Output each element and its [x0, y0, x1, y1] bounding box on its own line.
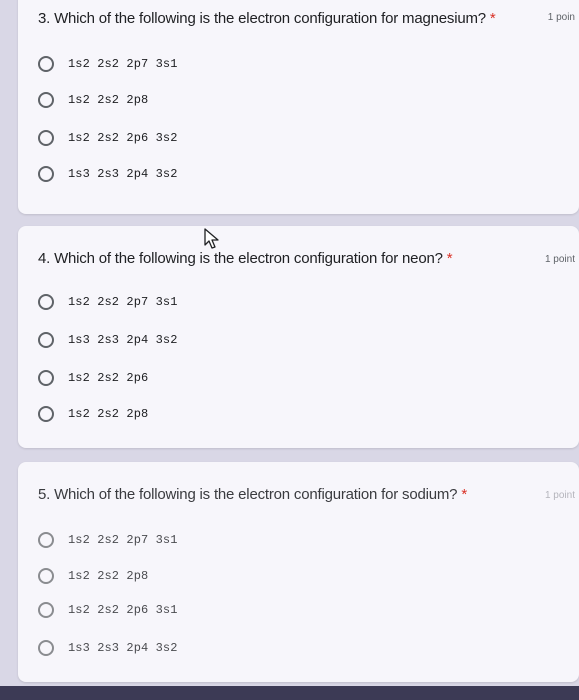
- mouse-pointer-icon: [204, 228, 219, 249]
- question-card-3: 3. Which of the following is the electro…: [18, 0, 579, 214]
- points-label: 1 point: [544, 254, 575, 265]
- option-radio[interactable]: 1s3 2s3 2p4 3s2: [38, 637, 178, 659]
- option-label: 1s2 2s2 2p8: [68, 93, 149, 107]
- option-label: 1s2 2s2 2p6 3s2: [68, 131, 178, 145]
- bottom-bar: [0, 686, 579, 700]
- radio-unselected-icon[interactable]: [38, 332, 54, 348]
- radio-unselected-icon[interactable]: [38, 130, 54, 146]
- radio-unselected-icon[interactable]: [38, 56, 54, 72]
- option-radio[interactable]: 1s2 2s2 2p8: [38, 565, 148, 587]
- points-label: 1 point: [544, 490, 575, 501]
- question-card-4: 4. Which of the following is the electro…: [18, 226, 579, 448]
- option-label: 1s2 2s2 2p6 3s1: [68, 603, 178, 617]
- option-radio[interactable]: 1s2 2s2 2p8: [38, 403, 148, 425]
- question-title: 3. Which of the following is the electro…: [38, 10, 496, 27]
- option-radio[interactable]: 1s2 2s2 2p6 3s1: [38, 599, 178, 621]
- option-label: 1s2 2s2 2p7 3s1: [68, 295, 178, 309]
- radio-unselected-icon[interactable]: [38, 532, 54, 548]
- option-radio[interactable]: 1s3 2s3 2p4 3s2: [38, 163, 178, 185]
- option-radio[interactable]: 1s2 2s2 2p6: [38, 367, 148, 389]
- option-label: 1s2 2s2 2p6: [68, 371, 149, 385]
- radio-unselected-icon[interactable]: [38, 568, 54, 584]
- radio-unselected-icon[interactable]: [38, 602, 54, 618]
- question-card-5: 5. Which of the following is the electro…: [18, 462, 579, 682]
- option-label: 1s3 2s3 2p4 3s2: [68, 641, 178, 655]
- option-label: 1s2 2s2 2p7 3s1: [68, 57, 178, 71]
- radio-unselected-icon[interactable]: [38, 406, 54, 422]
- option-radio[interactable]: 1s2 2s2 2p7 3s1: [38, 53, 178, 75]
- question-title: 5. Which of the following is the electro…: [38, 486, 467, 503]
- points-label: 1 poin: [547, 12, 575, 23]
- radio-unselected-icon[interactable]: [38, 370, 54, 386]
- required-asterisk: *: [489, 10, 496, 27]
- option-radio[interactable]: 1s2 2s2 2p6 3s2: [38, 127, 178, 149]
- option-label: 1s3 2s3 2p4 3s2: [68, 167, 178, 181]
- option-radio[interactable]: 1s2 2s2 2p8: [38, 89, 148, 111]
- option-radio[interactable]: 1s2 2s2 2p7 3s1: [38, 529, 178, 551]
- radio-unselected-icon[interactable]: [38, 92, 54, 108]
- required-asterisk: *: [446, 250, 453, 267]
- option-radio[interactable]: 1s2 2s2 2p7 3s1: [38, 291, 178, 313]
- option-label: 1s2 2s2 2p8: [68, 407, 149, 421]
- radio-unselected-icon[interactable]: [38, 166, 54, 182]
- option-label: 1s3 2s3 2p4 3s2: [68, 333, 178, 347]
- radio-unselected-icon[interactable]: [38, 294, 54, 310]
- option-label: 1s2 2s2 2p8: [68, 569, 149, 583]
- required-asterisk: *: [461, 486, 467, 503]
- question-title: 4. Which of the following is the electro…: [38, 250, 453, 267]
- option-radio[interactable]: 1s3 2s3 2p4 3s2: [38, 329, 178, 351]
- radio-unselected-icon[interactable]: [38, 640, 54, 656]
- option-label: 1s2 2s2 2p7 3s1: [68, 533, 178, 547]
